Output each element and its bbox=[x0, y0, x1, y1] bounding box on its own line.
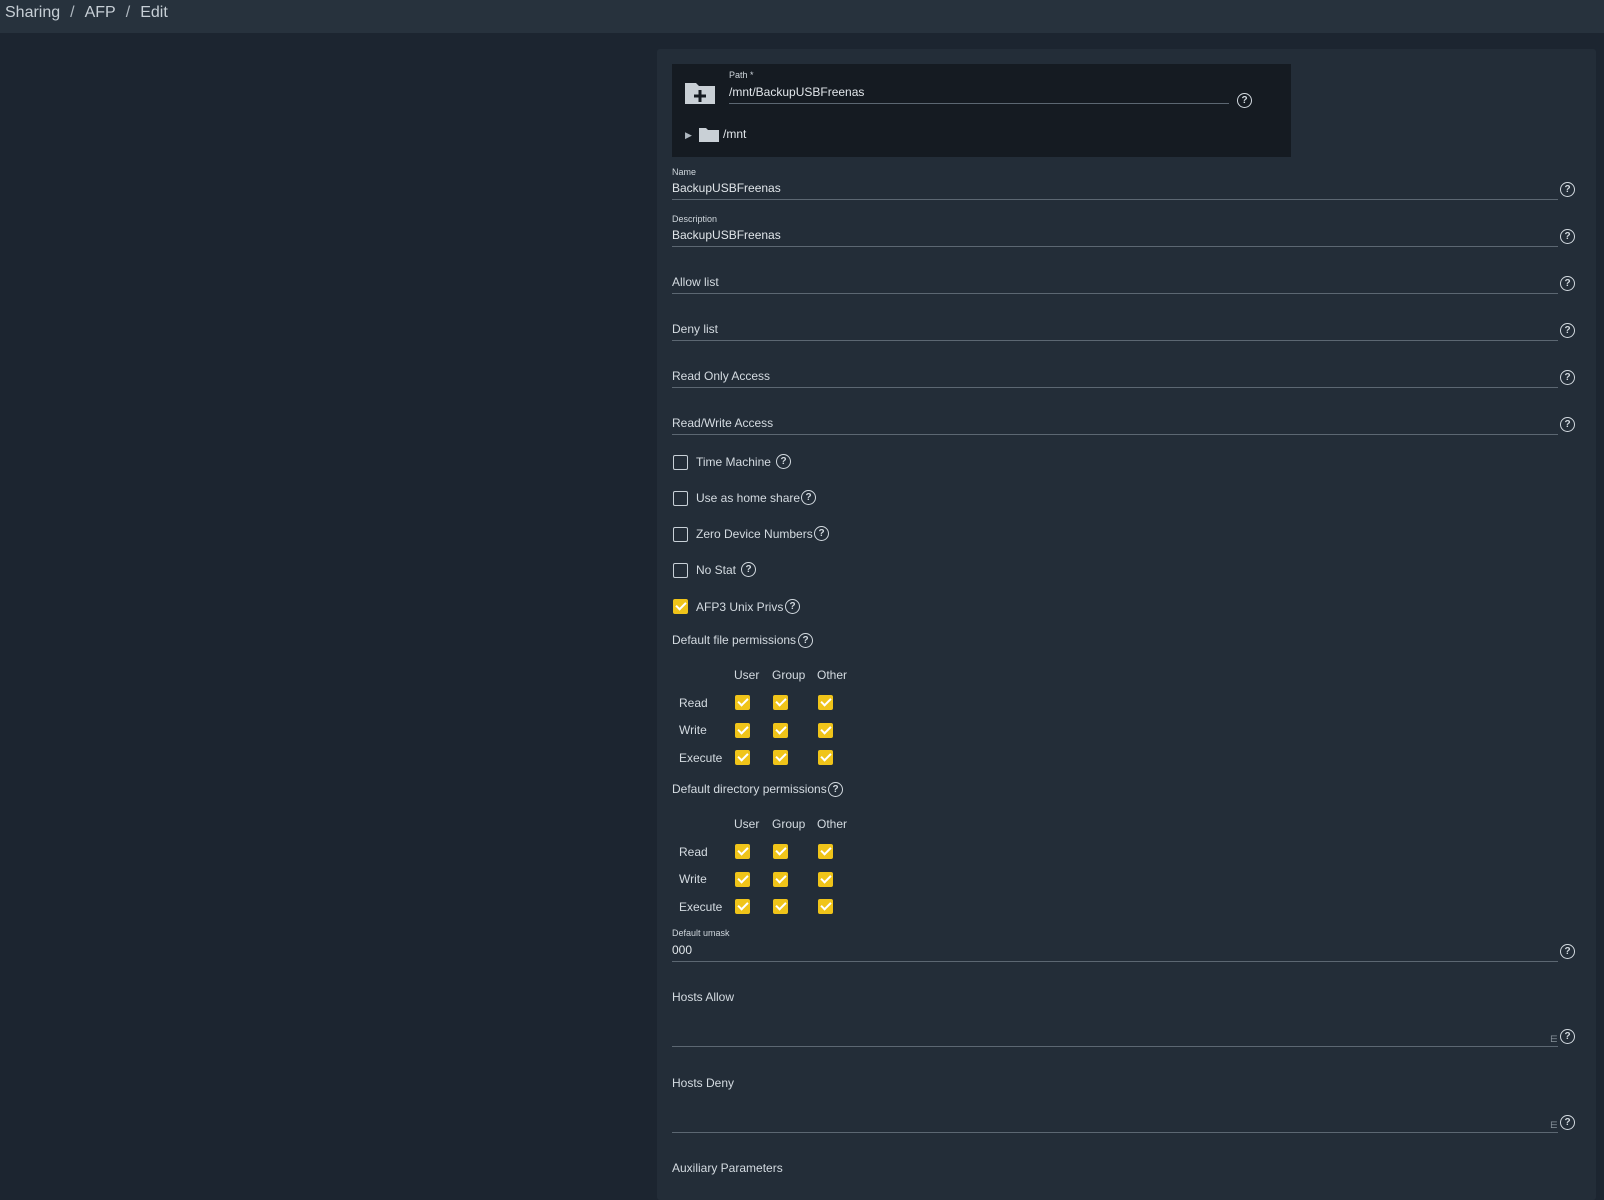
hosts-allow-underline bbox=[672, 1046, 1558, 1047]
afp3-unix-privs-label: AFP3 Unix Privs bbox=[696, 600, 784, 614]
file-perm-col-other: Other bbox=[817, 668, 848, 682]
dir-execute-group-checkbox[interactable] bbox=[773, 899, 788, 914]
dir-perm-row-write: Write bbox=[679, 872, 707, 886]
read-only-access-help-icon[interactable]: ? bbox=[1560, 370, 1575, 385]
path-input[interactable]: /mnt/BackupUSBFreenas bbox=[729, 85, 864, 99]
zero-device-numbers-label: Zero Device Numbers bbox=[696, 527, 813, 541]
file-write-group-checkbox[interactable] bbox=[773, 723, 788, 738]
description-input[interactable]: BackupUSBFreenas bbox=[672, 228, 781, 242]
tree-expand-icon[interactable]: ▶ bbox=[685, 130, 692, 141]
dir-perm-row-execute: Execute bbox=[679, 900, 723, 914]
name-input[interactable]: BackupUSBFreenas bbox=[672, 181, 781, 195]
folder-plus-icon[interactable] bbox=[684, 79, 716, 105]
deny-list-underline bbox=[672, 340, 1558, 341]
zero-device-numbers-help-icon[interactable]: ? bbox=[814, 526, 829, 541]
tree-node-mnt[interactable]: /mnt bbox=[723, 127, 746, 141]
allow-list-underline bbox=[672, 293, 1558, 294]
hosts-allow-textarea[interactable]: Hosts Allow bbox=[672, 990, 734, 1004]
description-underline bbox=[672, 246, 1558, 247]
dir-perm-col-group: Group bbox=[772, 817, 806, 831]
dir-read-other-checkbox[interactable] bbox=[818, 844, 833, 859]
file-perm-col-user: User bbox=[734, 668, 760, 682]
breadcrumb-edit: Edit bbox=[140, 4, 168, 21]
hosts-deny-underline bbox=[672, 1132, 1558, 1133]
hosts-deny-textarea[interactable]: Hosts Deny bbox=[672, 1076, 734, 1090]
path-underline bbox=[729, 103, 1229, 104]
description-label: Description bbox=[672, 214, 718, 224]
dir-write-user-checkbox[interactable] bbox=[735, 872, 750, 887]
name-underline bbox=[672, 199, 1558, 200]
read-only-access-input[interactable]: Read Only Access bbox=[672, 369, 770, 383]
path-help-icon[interactable]: ? bbox=[1237, 93, 1252, 108]
home-share-checkbox[interactable] bbox=[673, 491, 688, 506]
file-permissions-help-icon[interactable]: ? bbox=[798, 633, 813, 648]
hosts-deny-help-icon[interactable]: ? bbox=[1560, 1115, 1575, 1130]
name-label: Name bbox=[672, 167, 697, 177]
path-explorer bbox=[672, 64, 1291, 157]
file-read-user-checkbox[interactable] bbox=[735, 695, 750, 710]
afp3-unix-privs-help-icon[interactable]: ? bbox=[785, 599, 800, 614]
afp3-unix-privs-checkbox[interactable] bbox=[673, 599, 688, 614]
file-permissions-title: Default file permissions bbox=[672, 633, 797, 647]
file-perm-row-write: Write bbox=[679, 723, 707, 737]
auxiliary-parameters-textarea[interactable]: Auxiliary Parameters bbox=[672, 1161, 783, 1175]
breadcrumb: Sharing / AFP / Edit bbox=[5, 4, 168, 21]
allow-list-help-icon[interactable]: ? bbox=[1560, 276, 1575, 291]
file-write-other-checkbox[interactable] bbox=[818, 723, 833, 738]
file-read-other-checkbox[interactable] bbox=[818, 695, 833, 710]
home-share-label: Use as home share bbox=[696, 491, 801, 505]
time-machine-checkbox[interactable] bbox=[673, 455, 688, 470]
file-perm-row-read: Read bbox=[679, 696, 708, 710]
path-label: Path * bbox=[729, 70, 754, 80]
file-execute-other-checkbox[interactable] bbox=[818, 750, 833, 765]
breadcrumb-afp[interactable]: AFP bbox=[85, 4, 116, 21]
hosts-allow-help-icon[interactable]: ? bbox=[1560, 1029, 1575, 1044]
time-machine-help-icon[interactable]: ? bbox=[776, 454, 791, 469]
dir-execute-other-checkbox[interactable] bbox=[818, 899, 833, 914]
file-write-user-checkbox[interactable] bbox=[735, 723, 750, 738]
form-card bbox=[657, 49, 1596, 1200]
dir-perm-col-other: Other bbox=[817, 817, 848, 831]
hosts-allow-resize-handle[interactable]: ⋿ bbox=[1550, 1034, 1558, 1045]
allow-list-input[interactable]: Allow list bbox=[672, 275, 719, 289]
deny-list-help-icon[interactable]: ? bbox=[1560, 323, 1575, 338]
file-perm-col-group: Group bbox=[772, 668, 806, 682]
file-execute-group-checkbox[interactable] bbox=[773, 750, 788, 765]
read-write-access-underline bbox=[672, 434, 1558, 435]
directory-permissions-title: Default directory permissions bbox=[672, 782, 827, 796]
umask-label: Default umask bbox=[672, 928, 730, 938]
no-stat-label: No Stat bbox=[696, 563, 737, 577]
umask-underline bbox=[672, 961, 1558, 962]
dir-perm-col-user: User bbox=[734, 817, 760, 831]
read-write-access-help-icon[interactable]: ? bbox=[1560, 417, 1575, 432]
zero-device-numbers-checkbox[interactable] bbox=[673, 527, 688, 542]
dir-write-group-checkbox[interactable] bbox=[773, 872, 788, 887]
read-write-access-input[interactable]: Read/Write Access bbox=[672, 416, 773, 430]
hosts-deny-resize-handle[interactable]: ⋿ bbox=[1550, 1120, 1558, 1131]
time-machine-label: Time Machine bbox=[696, 455, 771, 469]
description-help-icon[interactable]: ? bbox=[1560, 229, 1575, 244]
no-stat-help-icon[interactable]: ? bbox=[741, 562, 756, 577]
file-execute-user-checkbox[interactable] bbox=[735, 750, 750, 765]
file-perm-row-execute: Execute bbox=[679, 751, 723, 765]
dir-write-other-checkbox[interactable] bbox=[818, 872, 833, 887]
dir-perm-row-read: Read bbox=[679, 845, 708, 859]
umask-input[interactable]: 000 bbox=[672, 943, 692, 957]
home-share-help-icon[interactable]: ? bbox=[801, 490, 816, 505]
breadcrumb-sharing[interactable]: Sharing bbox=[5, 4, 60, 21]
umask-help-icon[interactable]: ? bbox=[1560, 944, 1575, 959]
read-only-access-underline bbox=[672, 387, 1558, 388]
folder-icon bbox=[699, 128, 719, 142]
file-read-group-checkbox[interactable] bbox=[773, 695, 788, 710]
name-help-icon[interactable]: ? bbox=[1560, 182, 1575, 197]
directory-permissions-help-icon[interactable]: ? bbox=[828, 782, 843, 797]
no-stat-checkbox[interactable] bbox=[673, 563, 688, 578]
deny-list-input[interactable]: Deny list bbox=[672, 322, 718, 336]
dir-execute-user-checkbox[interactable] bbox=[735, 899, 750, 914]
dir-read-group-checkbox[interactable] bbox=[773, 844, 788, 859]
dir-read-user-checkbox[interactable] bbox=[735, 844, 750, 859]
top-bar bbox=[0, 0, 1604, 33]
